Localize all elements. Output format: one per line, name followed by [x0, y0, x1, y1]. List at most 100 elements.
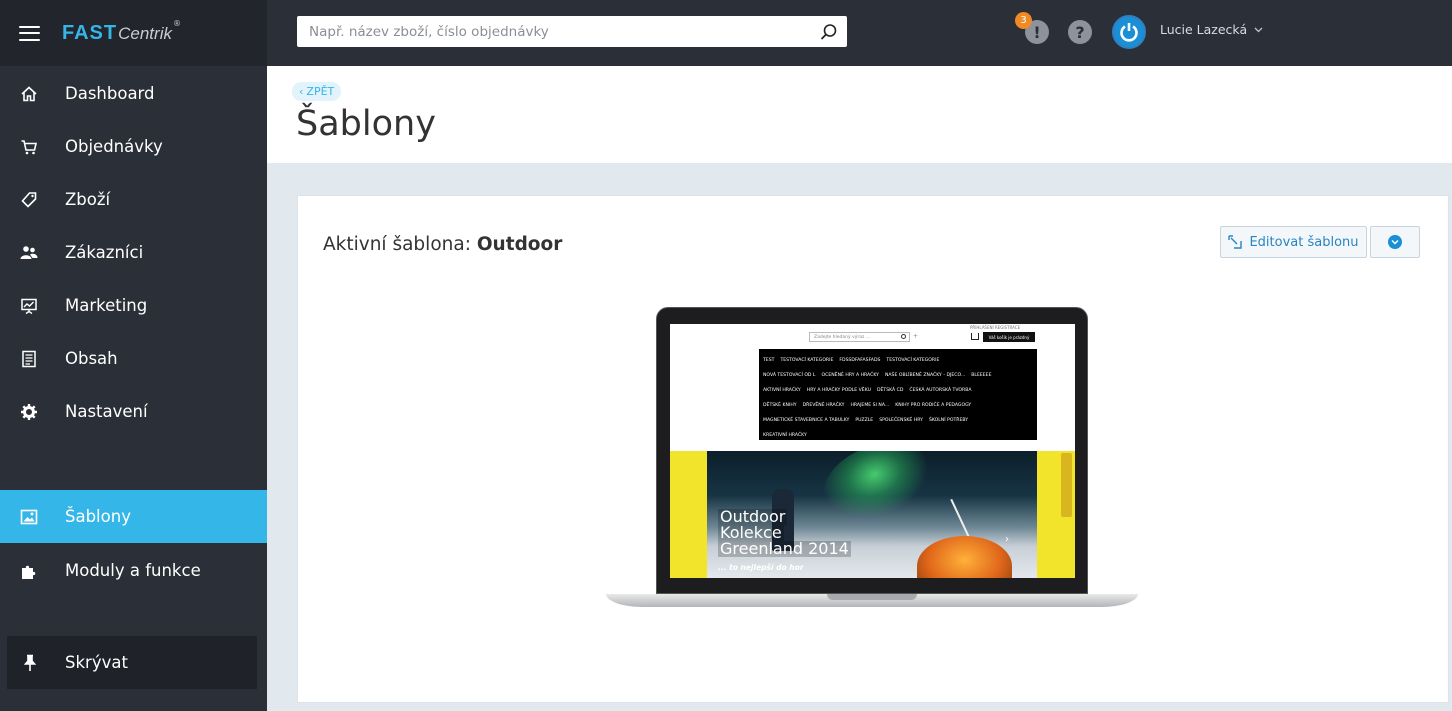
- preview-menu-item: FDSSDFAFASFADS: [839, 358, 881, 363]
- sidebar-item-label: Dashboard: [65, 84, 155, 103]
- laptop-screen: Zadejte hledaný výraz ... + PŘIHLÁŠENÍ R…: [670, 324, 1075, 578]
- preview-menu-row: AKTIVNÍ HRAČKY HRY A HRAČKY PODLE VĚKU DĚT…: [763, 383, 1033, 398]
- home-icon: [0, 85, 65, 103]
- chevron-down-icon: [1254, 27, 1263, 32]
- preview-menu-item: HRY A HRAČKY PODLE VĚKU: [806, 388, 871, 393]
- edit-icon: [1228, 235, 1243, 249]
- preview-menu-item: HRAJEME SI NA...: [850, 403, 890, 408]
- preview-top-links: PŘIHLÁŠENÍ REGISTRACE: [970, 325, 1021, 330]
- sidebar-item-label: Obsah: [65, 349, 118, 368]
- preview-menu-item: KREATIVNÍ HRAČKY: [763, 433, 807, 438]
- search-icon[interactable]: [811, 23, 847, 41]
- tent: [917, 536, 1012, 578]
- preview-menu-item: ŠKOLNÍ POTŘEBY: [928, 418, 969, 423]
- gear-icon: [0, 403, 65, 421]
- preview-menu-row: TEST TESTOVACÍ KATEGORIE FDSSDFAFASFADS TES…: [763, 353, 1033, 368]
- preview-menu-item: OCENĚNÉ HRY A HRAČKY: [821, 373, 879, 378]
- image-icon: [0, 508, 65, 526]
- preview-search-icon: [901, 334, 906, 339]
- power-icon: [1120, 23, 1138, 42]
- page-header: ‹ ZPĚT Šablony: [267, 66, 1452, 163]
- sidebar-item-nastaveni[interactable]: Nastavení: [0, 385, 267, 438]
- sidebar-item-label: Zákazníci: [65, 243, 144, 262]
- preview-banner-image: Outdoor Kolekce Greenland 2014 ... to ne…: [707, 451, 1037, 578]
- laptop-notch: [827, 594, 917, 600]
- preview-menu-item: MAGNETICKÉ STAVEBNICE A TABULKY: [763, 418, 850, 423]
- preview-menu-item: TEST: [763, 358, 775, 363]
- more-options-button[interactable]: [1370, 226, 1420, 258]
- sidebar-item-zbozi[interactable]: Zboží: [0, 173, 267, 226]
- preview-cart-button: Váš košík je prázdný: [983, 332, 1035, 342]
- sidebar-item-moduly[interactable]: Moduly a funkce: [0, 544, 267, 597]
- user-menu[interactable]: Lucie Lazecká: [1160, 22, 1263, 37]
- sidebar-item-marketing[interactable]: Marketing: [0, 279, 267, 332]
- users-icon: [0, 244, 65, 262]
- banner-subtitle: ... to nejlepší do hor: [718, 563, 804, 572]
- sidebar-item-dashboard[interactable]: Dashboard: [0, 67, 267, 120]
- preview-menu-item: TESTOVACÍ KATEGORIE: [886, 358, 940, 363]
- sidebar-item-label: Nastavení: [65, 402, 148, 421]
- preview-menu-item: SPOLEČENSKÉ HRY: [879, 418, 923, 423]
- sidebar-item-label: Zboží: [65, 190, 111, 209]
- sidebar-item-label: Objednávky: [65, 137, 163, 156]
- sidebar-item-label: Marketing: [65, 296, 148, 315]
- edit-template-button[interactable]: Editovat šablonu: [1220, 226, 1367, 258]
- sidebar-item-objednavky[interactable]: Objednávky: [0, 120, 267, 173]
- notification-count-badge: 3: [1015, 12, 1032, 29]
- preview-menu-row: MAGNETICKÉ STAVEBNICE A TABULKY PUZZLE SPO…: [763, 413, 1033, 428]
- page-title: Šablony: [296, 104, 436, 144]
- avatar[interactable]: [1112, 15, 1146, 49]
- preview-menu-item: AKTIVNÍ HRAČKY: [763, 388, 801, 393]
- search-box: [297, 16, 847, 47]
- card-title: Aktivní šablona: Outdoor: [323, 234, 562, 255]
- logo-reg: ®: [172, 18, 181, 28]
- template-preview[interactable]: Zadejte hledaný výraz ... + PŘIHLÁŠENÍ R…: [606, 307, 1138, 617]
- logo-fast: FAST: [62, 21, 118, 44]
- pin-icon: [7, 654, 52, 672]
- chevron-right-icon: ›: [1005, 534, 1009, 545]
- laptop-lid: Zadejte hledaný výraz ... + PŘIHLÁŠENÍ R…: [656, 307, 1088, 594]
- preview-search: Zadejte hledaný výraz ...: [809, 332, 910, 342]
- document-icon: [0, 350, 65, 368]
- preview-menu-item: PUZZLE: [855, 418, 874, 423]
- preview-banner: Outdoor Kolekce Greenland 2014 ... to ne…: [670, 451, 1075, 578]
- back-button[interactable]: ‹ ZPĚT: [292, 82, 342, 101]
- sidebar-item-sablony[interactable]: Šablony: [0, 490, 267, 543]
- preview-menu-item: NAŠE OBLÍBENÉ ZNAČKY - DJECO...: [884, 373, 966, 378]
- edit-template-label: Editovat šablonu: [1249, 234, 1359, 250]
- user-name: Lucie Lazecká: [1160, 22, 1248, 37]
- top-bar: ! 3 ? Lucie Lazecká: [267, 0, 1452, 66]
- tag-icon: [0, 191, 65, 209]
- preview-menu-item: ČESKÁ AUTORSKÁ TVORBA: [909, 388, 972, 393]
- search-input[interactable]: [297, 16, 811, 47]
- banner-heading: Outdoor Kolekce Greenland 2014: [718, 509, 851, 557]
- preview-menu-item: BLEEEEE: [971, 373, 992, 378]
- chevron-down-icon: [1388, 235, 1402, 249]
- preview-menu-item: TESTOVACÍ KATEGORIE: [780, 358, 834, 363]
- sidebar-item-zakaznici[interactable]: Zákazníci: [0, 226, 267, 279]
- chevron-left-icon: ‹: [299, 85, 304, 98]
- preview-menu-item: KNIHY PRO RODIČE A PEDAGOGY: [895, 403, 972, 408]
- preview-menu-item: DŘEVĚNÉ HRAČKY: [802, 403, 845, 408]
- logo-bar: FAST Centrik ®: [0, 0, 267, 66]
- preview-side-tab: [1061, 453, 1072, 517]
- logo[interactable]: FAST Centrik ®: [62, 18, 181, 45]
- preview-plus-icon: +: [913, 333, 919, 340]
- card-title-prefix: Aktivní šablona:: [323, 234, 471, 255]
- sidebar-pin-label: Skrývat: [65, 653, 128, 672]
- preview-menu-item: DĚTSKÁ CD: [876, 388, 904, 393]
- sidebar-item-label: Šablony: [65, 507, 131, 526]
- preview-cart-icon: [971, 333, 979, 340]
- preview-menu-row: NOVÁ TESTOVACÍ OD L OCENĚNÉ HRY A HRAČKY N…: [763, 368, 1033, 383]
- sidebar-item-label: Moduly a funkce: [65, 561, 201, 580]
- preview-menu-row: KREATIVNÍ HRAČKY: [763, 428, 1033, 443]
- cart-icon: [0, 138, 65, 156]
- sidebar-item-obsah[interactable]: Obsah: [0, 332, 267, 385]
- preview-category-menu: TEST TESTOVACÍ KATEGORIE FDSSDFAFASFADS TES…: [759, 349, 1037, 440]
- preview-search-placeholder: Zadejte hledaný výraz ...: [814, 334, 871, 340]
- sidebar: FAST Centrik ® Dashboard Objednávky Zbož…: [0, 0, 267, 711]
- hamburger-menu-icon[interactable]: [19, 25, 40, 41]
- banner-line: Greenland 2014: [718, 539, 851, 558]
- sidebar-pin-toggle[interactable]: Skrývat: [7, 636, 257, 689]
- help-icon[interactable]: ?: [1068, 20, 1092, 44]
